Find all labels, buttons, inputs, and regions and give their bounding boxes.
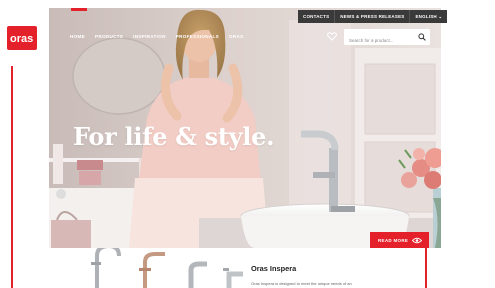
eye-icon: [412, 237, 422, 243]
contacts-link[interactable]: CONTACTS: [298, 10, 336, 23]
nav-item-professionals[interactable]: PROFESSIONALS: [176, 34, 219, 39]
heart-icon[interactable]: [327, 32, 337, 41]
search-box: [344, 29, 430, 49]
product-strip: [49, 248, 425, 288]
oras-logo-icon: oras: [10, 33, 33, 44]
faucet-lineup-image[interactable]: [79, 248, 279, 288]
accent-line: [425, 248, 427, 288]
nav-item-oras[interactable]: ORAS: [229, 34, 243, 39]
news-press-link[interactable]: NEWS & PRESS RELEASES: [335, 10, 411, 23]
main-nav: HOME PRODUCTS INSPIRATION PROFESSIONALS …: [70, 34, 243, 39]
page: oras CONTACTS NEWS & PRESS RELEASES ENGL…: [0, 0, 495, 288]
utility-bar: CONTACTS NEWS & PRESS RELEASES ENGLISH ⌄: [298, 10, 448, 23]
language-selector[interactable]: ENGLISH ⌄: [410, 10, 447, 23]
oras-logo[interactable]: oras: [7, 26, 37, 50]
read-more-button[interactable]: READ MORE: [370, 232, 429, 248]
product-description: Oras Inspera is designed to meet the uni…: [251, 281, 352, 286]
hero-headline: For life & style.: [73, 122, 275, 151]
rail-accent-line: [11, 66, 13, 288]
nav-item-home[interactable]: HOME: [70, 34, 85, 39]
nav-item-inspiration[interactable]: INSPIRATION: [133, 34, 166, 39]
read-more-label: READ MORE: [378, 237, 409, 243]
logo-wordmark: oras: [10, 33, 33, 44]
nav-item-products[interactable]: PRODUCTS: [95, 34, 123, 39]
hero-accent-tab: [71, 8, 87, 11]
left-rail: oras: [0, 0, 48, 288]
search-input[interactable]: [344, 32, 414, 49]
product-title[interactable]: Oras Inspera: [251, 264, 296, 273]
search-icon[interactable]: [418, 33, 426, 41]
